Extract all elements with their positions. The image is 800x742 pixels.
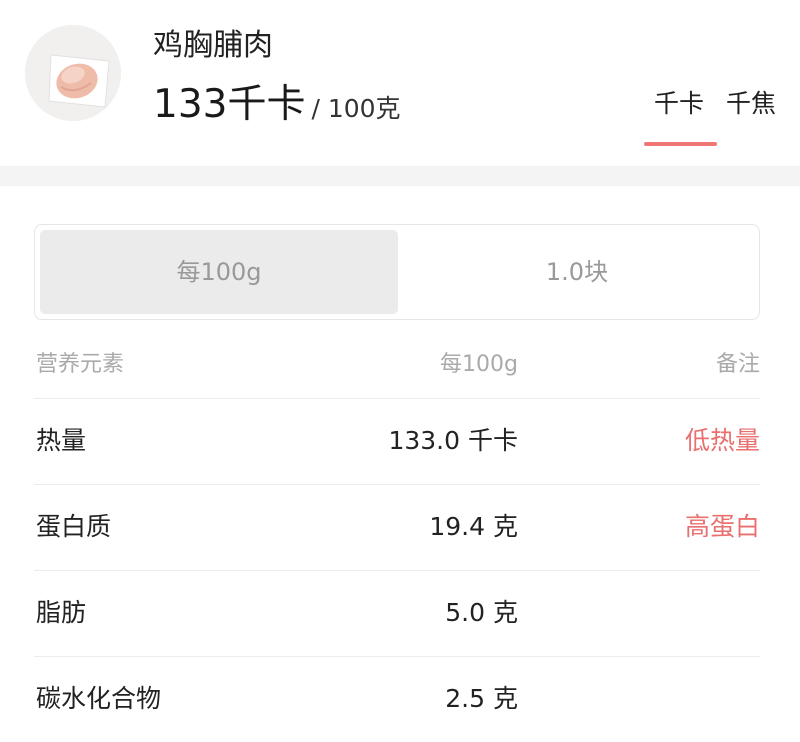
nutrition-table: 营养元素 每100g 备注 热量 133.0 千卡 低热量 蛋白质 19.4 克… [34,340,760,742]
table-row: 蛋白质 19.4 克 高蛋白 [34,485,760,571]
header-amount: 每100g [440,352,518,377]
calorie-unit: 千卡 [227,82,306,127]
food-name: 鸡胸脯肉 [153,28,273,63]
section-divider [0,166,800,186]
tab-kcal[interactable]: 千卡 [654,86,704,122]
header-nutrient: 营养元素 [36,352,125,377]
calorie-value: 133 [153,82,228,127]
nutrient-note: 高蛋白 [684,512,760,541]
calorie-summary: 133千卡/ 100克 [153,80,401,137]
food-thumbnail [25,25,121,121]
nutrient-amount: 133.0 千卡 [388,426,518,455]
table-row: 脂肪 5.0 克 [34,571,760,657]
food-header: 鸡胸脯肉 133千卡/ 100克 千卡 千焦 [0,0,800,166]
nutrient-name: 热量 [36,426,87,455]
portion-option-piece[interactable]: 1.0块 [398,230,756,314]
table-header: 营养元素 每100g 备注 [34,340,760,399]
nutrient-name: 脂肪 [36,598,87,627]
chicken-breast-photo-icon [25,25,121,121]
nutrient-name: 蛋白质 [36,512,112,541]
nutrient-amount: 5.0 克 [445,598,518,627]
per-unit-label: / 100克 [311,94,401,123]
nutrient-name: 碳水化合物 [36,684,162,713]
table-row: 热量 133.0 千卡 低热量 [34,399,760,485]
header-note: 备注 [715,352,760,377]
portion-selector: 每100g 1.0块 [34,224,760,320]
portion-option-per-100g[interactable]: 每100g [40,230,398,314]
tab-kj[interactable]: 千焦 [726,86,776,122]
nutrient-amount: 19.4 克 [429,512,518,541]
active-tab-indicator [644,142,717,146]
table-row: 碳水化合物 2.5 克 [34,657,760,742]
nutrient-amount: 2.5 克 [445,684,518,713]
nutrient-note: 低热量 [684,426,760,455]
